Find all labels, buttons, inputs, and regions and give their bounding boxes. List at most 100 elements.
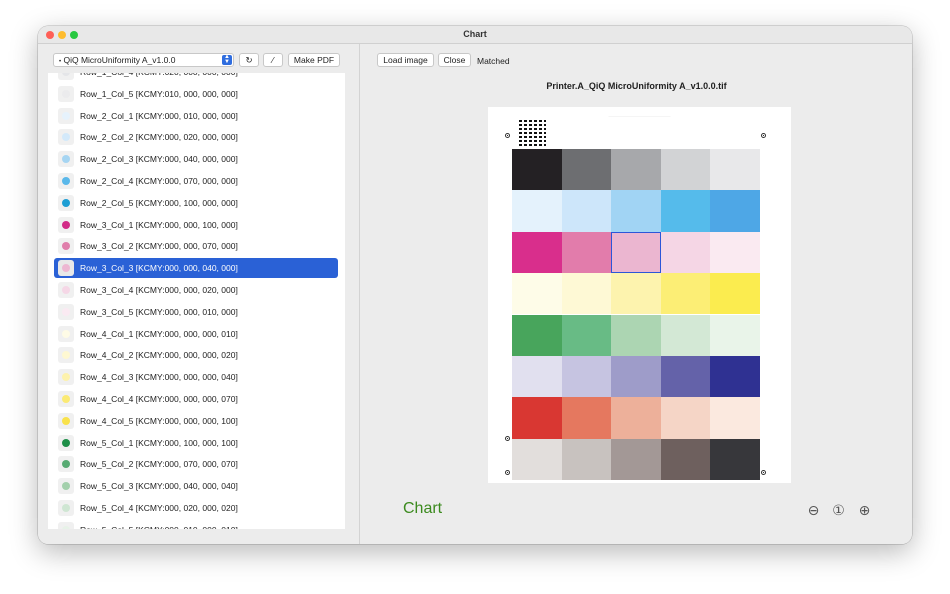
color-patch[interactable]: [611, 231, 661, 274]
list-item[interactable]: Row_4_Col_2 [KCMY:000, 000, 000, 020]: [54, 345, 338, 365]
list-item[interactable]: Row_1_Col_4 [KCMY:020, 000, 000, 000]: [54, 73, 338, 82]
list-item[interactable]: Row_5_Col_5 [KCMY:000, 010, 000, 010]: [54, 520, 338, 529]
color-dot-icon: [62, 416, 70, 425]
color-patch[interactable]: [611, 149, 661, 191]
list-item[interactable]: Row_4_Col_3 [KCMY:000, 000, 000, 040]: [54, 367, 338, 387]
color-patch[interactable]: [611, 397, 661, 439]
list-item-label: Row_5_Col_5 [KCMY:000, 010, 000, 010]: [80, 525, 238, 529]
list-item[interactable]: Row_2_Col_5 [KCMY:000, 100, 000, 000]: [54, 193, 338, 213]
color-patch[interactable]: [660, 273, 711, 315]
color-patch[interactable]: [512, 314, 562, 356]
color-patch[interactable]: [512, 355, 562, 398]
color-patch[interactable]: [561, 355, 612, 398]
chart-preview-image[interactable]: ········································…: [488, 107, 791, 483]
color-patch[interactable]: [561, 314, 612, 356]
list-item[interactable]: Row_5_Col_3 [KCMY:000, 040, 000, 040]: [54, 476, 338, 496]
color-patch[interactable]: [660, 231, 711, 274]
color-patch[interactable]: [512, 397, 562, 439]
list-item[interactable]: Row_3_Col_5 [KCMY:000, 000, 010, 000]: [54, 302, 338, 322]
color-dot-icon: [62, 133, 70, 142]
list-item[interactable]: Row_5_Col_2 [KCMY:000, 070, 000, 070]: [54, 454, 338, 474]
color-patch[interactable]: [660, 355, 711, 398]
match-status: Matched: [477, 56, 510, 66]
color-patch[interactable]: [710, 149, 760, 191]
zoom-actual-size-icon[interactable]: ①: [830, 502, 847, 519]
color-patch[interactable]: [660, 149, 711, 191]
title-bar: Chart: [38, 26, 912, 44]
edit-button[interactable]: ⁄: [263, 53, 283, 67]
color-patch[interactable]: [561, 397, 612, 439]
load-image-button[interactable]: Load image: [377, 53, 434, 67]
color-dot-icon: [62, 198, 70, 207]
color-patch[interactable]: [561, 438, 612, 480]
color-swatch: [58, 129, 74, 146]
list-item[interactable]: Row_2_Col_2 [KCMY:000, 020, 000, 000]: [54, 127, 338, 147]
color-patch[interactable]: [660, 397, 711, 439]
list-item[interactable]: Row_3_Col_4 [KCMY:000, 000, 020, 000]: [54, 280, 338, 300]
color-swatch: [58, 478, 74, 495]
list-item[interactable]: Row_1_Col_5 [KCMY:010, 000, 000, 000]: [54, 84, 338, 104]
color-swatch: [58, 260, 74, 277]
color-swatch: [58, 151, 74, 168]
list-item[interactable]: Row_3_Col_2 [KCMY:000, 000, 070, 000]: [54, 236, 338, 256]
list-item[interactable]: Row_4_Col_5 [KCMY:000, 000, 000, 100]: [54, 411, 338, 431]
color-patch[interactable]: [611, 190, 661, 232]
color-patch[interactable]: [611, 355, 661, 398]
make-pdf-button[interactable]: Make PDF: [288, 53, 340, 67]
list-item-label: Row_4_Col_5 [KCMY:000, 000, 000, 100]: [80, 415, 238, 426]
color-patch[interactable]: [710, 355, 760, 398]
list-item[interactable]: Row_4_Col_4 [KCMY:000, 000, 000, 070]: [54, 389, 338, 409]
list-item[interactable]: Row_5_Col_1 [KCMY:000, 100, 000, 100]: [54, 433, 338, 453]
color-patch[interactable]: [561, 273, 612, 315]
list-item-label: Row_5_Col_1 [KCMY:000, 100, 000, 100]: [80, 437, 238, 448]
list-item[interactable]: Row_3_Col_1 [KCMY:000, 000, 100, 000]: [54, 215, 338, 235]
color-dot-icon: [62, 73, 70, 76]
list-item[interactable]: Row_2_Col_4 [KCMY:000, 070, 000, 000]: [54, 171, 338, 191]
color-patch[interactable]: [660, 438, 711, 480]
color-patch[interactable]: [611, 438, 661, 480]
color-patch[interactable]: [512, 231, 562, 274]
color-patch[interactable]: [561, 190, 612, 232]
color-patch[interactable]: [512, 273, 562, 315]
color-dot-icon: [62, 373, 70, 382]
color-patch[interactable]: [710, 314, 760, 356]
color-patch[interactable]: [710, 190, 760, 232]
color-swatch: [58, 434, 74, 451]
color-dot-icon: [62, 460, 70, 469]
color-patch[interactable]: [512, 438, 562, 480]
list-item[interactable]: Row_5_Col_4 [KCMY:000, 020, 000, 020]: [54, 498, 338, 518]
list-item-label: Row_2_Col_5 [KCMY:000, 100, 000, 000]: [80, 197, 238, 208]
registration-mark-icon: [761, 133, 766, 138]
color-patch[interactable]: [611, 273, 661, 315]
close-button[interactable]: Close: [438, 53, 471, 67]
list-item[interactable]: Row_2_Col_3 [KCMY:000, 040, 000, 000]: [54, 149, 338, 169]
color-patch[interactable]: [561, 231, 612, 274]
color-swatch: [58, 194, 74, 211]
list-item-label: Row_1_Col_5 [KCMY:010, 000, 000, 000]: [80, 88, 238, 99]
list-item[interactable]: Row_4_Col_1 [KCMY:000, 000, 000, 010]: [54, 324, 338, 344]
color-patch[interactable]: [611, 314, 661, 356]
zoom-in-icon[interactable]: ⊕: [856, 502, 873, 519]
list-item[interactable]: Row_2_Col_1 [KCMY:000, 010, 000, 000]: [54, 106, 338, 126]
zoom-out-icon[interactable]: ⊖: [805, 502, 822, 519]
color-swatch: [58, 173, 74, 189]
color-patch[interactable]: [660, 314, 711, 356]
color-patch[interactable]: [710, 397, 760, 439]
color-patch[interactable]: [660, 190, 711, 232]
list-item[interactable]: Row_3_Col_3 [KCMY:000, 000, 040, 000]: [54, 258, 338, 279]
color-patch-grid: [512, 149, 760, 480]
color-patch[interactable]: [710, 438, 760, 480]
patch-list-pane: • QiQ MicroUniformity A_v1.0.0 ▲ ▼ ↻ ⁄ Ma…: [38, 44, 360, 544]
color-patch[interactable]: [710, 273, 760, 315]
color-patch[interactable]: [512, 149, 562, 191]
refresh-button[interactable]: ↻: [239, 53, 259, 67]
patch-list[interactable]: Row_1_Col_4 [KCMY:020, 000, 000, 000] Row…: [48, 73, 345, 529]
color-dot-icon: [62, 329, 70, 338]
registration-mark-icon: [505, 470, 510, 475]
color-patch[interactable]: [512, 190, 562, 232]
color-patch[interactable]: [561, 149, 612, 191]
color-dot-icon: [62, 220, 70, 229]
color-dot-icon: [62, 111, 70, 120]
chart-select[interactable]: • QiQ MicroUniformity A_v1.0.0 ▲ ▼: [53, 53, 234, 67]
color-patch[interactable]: [710, 231, 760, 274]
